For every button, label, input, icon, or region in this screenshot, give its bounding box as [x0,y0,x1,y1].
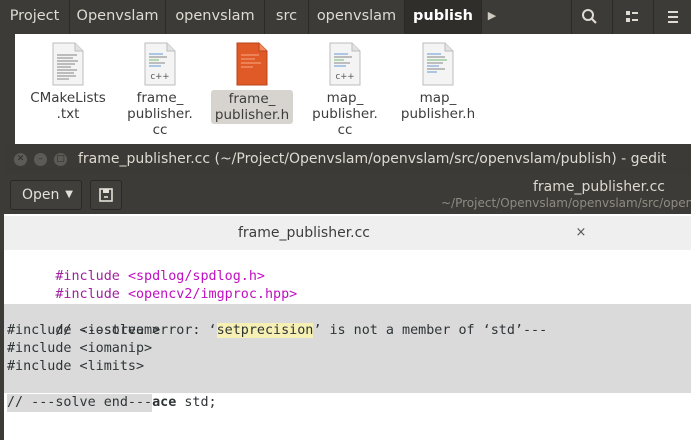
code-line: // ---solve end--- [7,394,153,412]
file-item[interactable]: CMakeLists .txt [24,42,112,122]
code-line: // ---solve error: ‘setprecision’ is not… [55,323,548,338]
view-options-icon [626,11,638,22]
crumb-openvslam-3[interactable]: openvslam [309,0,405,34]
file-item[interactable]: map_ publisher.h [394,42,482,122]
window-titlebar: ✕ – □ frame_publisher.cc (~/Project/Open… [4,144,691,174]
close-icon: ✕ [16,154,25,164]
open-button[interactable]: Open ▼ [10,180,82,210]
cpp-file-icon: c++ [329,42,361,86]
cpp-file-icon: c++ [144,42,176,86]
code-line: using namespace std; [55,395,217,410]
file-item[interactable]: c++ map_ publisher. cc [301,42,389,138]
document-title: frame_publisher.cc [532,179,665,195]
code-line: #include <limits> [7,359,145,374]
edge-strip [0,420,4,440]
crumb-src[interactable]: src [265,0,309,34]
document-path: ~/Project/Openvslam/openvslam/src/openvs [441,196,691,210]
code-line: #include <spdlog/spdlog.h> [55,269,265,284]
tab-frame-publisher[interactable]: frame_publisher.cc [4,216,604,250]
code-line: #include <iostream> [7,323,161,338]
view-options-button[interactable] [612,0,648,34]
gedit-window: ✕ – □ frame_publisher.cc (~/Project/Open… [4,144,691,440]
text-file-icon [52,42,84,86]
file-item[interactable]: c++ frame_ publisher. cc [116,42,204,138]
minimize-icon: – [38,154,43,164]
svg-text:c++: c++ [151,72,170,82]
header-file-icon [236,42,268,86]
crumb-project[interactable]: Project [0,0,70,34]
header-file-icon [422,42,454,86]
maximize-window-button[interactable]: □ [54,153,67,166]
open-label: Open [22,187,60,203]
file-name: CMakeLists .txt [30,90,106,122]
crumb-openvslam-2[interactable]: openvslam [166,0,265,34]
minimize-window-button[interactable]: – [34,153,47,166]
maximize-icon: □ [56,154,65,164]
search-match: setprecision [216,323,314,338]
file-name: frame_ publisher.h [210,90,294,124]
crumb-openvslam-1[interactable]: Openvslam [70,0,166,34]
chevron-down-icon: ▼ [65,189,73,200]
code-line: #include <iomanip> [7,341,153,356]
path-bar: Project Openvslam openvslam src openvsla… [0,0,691,35]
menu-icon [668,11,678,23]
file-name: map_ publisher.h [400,90,476,122]
triangle-right-icon[interactable]: ▶ [482,0,502,34]
save-icon [99,188,113,202]
window-title: frame_publisher.cc (~/Project/Openvslam/… [78,151,667,167]
search-icon [582,9,597,24]
code-line: #include <opencv2/imgproc.hpp> [55,287,298,302]
search-button[interactable] [571,0,607,34]
svg-text:c++: c++ [336,72,355,82]
file-name: frame_ publisher. cc [127,90,193,138]
file-item-selected[interactable]: frame_ publisher.h [208,42,296,124]
save-button[interactable] [90,180,122,210]
file-name: map_ publisher. cc [312,90,378,138]
crumb-publish[interactable]: publish [405,0,482,34]
code-editor[interactable]: #include <spdlog/spdlog.h> #include <ope… [4,250,691,440]
menu-button[interactable] [653,0,691,34]
file-grid: CMakeLists .txt c++ frame_ publisher. cc [15,34,691,144]
close-window-button[interactable]: ✕ [14,153,27,166]
tab-close-icon[interactable]: × [573,216,589,250]
